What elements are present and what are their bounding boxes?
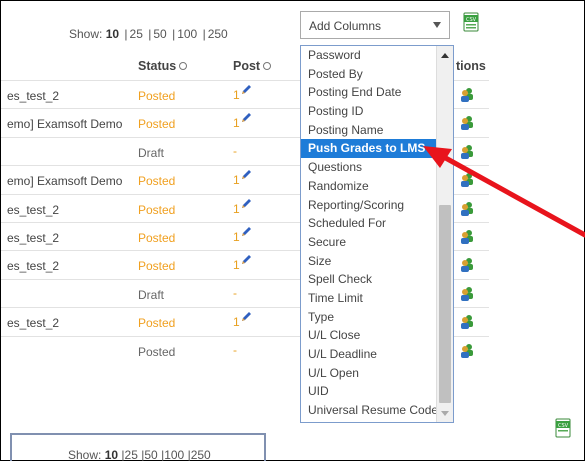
bottom-pagination-bar: Show: 10 |25 |50 |100 |250 <box>68 448 211 461</box>
annotation-arrow <box>423 146 585 238</box>
page-size-50[interactable]: 50 <box>144 448 157 461</box>
page-size-100[interactable]: 100 <box>164 448 184 461</box>
page-size-250[interactable]: 250 <box>191 448 211 461</box>
page-size-10[interactable]: 10 <box>105 448 118 461</box>
page-size-25[interactable]: 25 <box>125 448 138 461</box>
